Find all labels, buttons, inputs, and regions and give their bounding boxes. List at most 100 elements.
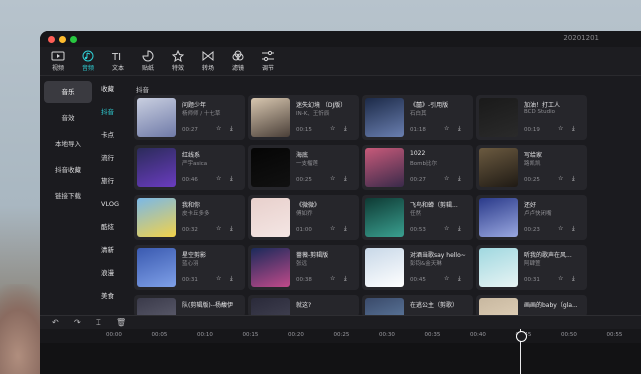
sidebar-item-music[interactable]: 音乐 xyxy=(44,81,92,103)
favorite-icon[interactable]: ☆ xyxy=(444,225,449,232)
category-item[interactable]: 抖音 xyxy=(98,106,128,129)
sidebar-item-douyin-favorites[interactable]: 抖音收藏 xyxy=(44,159,92,181)
music-card[interactable]: 在逃公主（剪歌） xyxy=(362,295,473,337)
music-card[interactable]: 加油！打工人 BCD Studio 00:19 ☆ ⤓ xyxy=(476,95,587,140)
download-icon[interactable]: ⤓ xyxy=(458,125,461,133)
music-card[interactable]: 1022 Bomb比尔 00:27 ☆ ⤓ xyxy=(362,145,473,190)
download-icon[interactable]: ⤓ xyxy=(230,125,233,133)
download-icon[interactable]: ⤓ xyxy=(458,225,461,233)
download-icon[interactable]: ⤓ xyxy=(344,125,347,133)
category-item[interactable]: VLOG xyxy=(98,198,128,221)
download-icon[interactable]: ⤓ xyxy=(230,225,233,233)
music-card[interactable]: 画画的baby（gla... xyxy=(476,295,587,337)
download-icon[interactable]: ⤓ xyxy=(572,225,575,233)
favorite-icon[interactable]: ☆ xyxy=(330,225,335,232)
music-card[interactable]: 蔷薇-剪辑版 张远 00:38 ☆ ⤓ xyxy=(248,245,359,290)
category-item[interactable]: 美食 xyxy=(98,290,128,313)
music-card[interactable]: 队(剪辑版)--杨馥伊 xyxy=(134,295,245,337)
favorite-icon[interactable]: ☆ xyxy=(558,175,563,182)
favorite-icon[interactable]: ☆ xyxy=(216,175,221,182)
favorite-icon[interactable]: ☆ xyxy=(444,275,449,282)
timeline-ruler[interactable]: 00:00 00:05 00:10 00:15 00:20 00:25 00:30 00:35… xyxy=(40,329,641,343)
music-card[interactable]: 对酒当歌say hello~ 彭钧&金天琳 00:45 ☆ ⤓ xyxy=(362,245,473,290)
tool-adjust[interactable]: 调节 xyxy=(256,50,280,72)
tool-effect[interactable]: 特效 xyxy=(166,50,190,72)
maximize-window-button[interactable] xyxy=(70,36,77,43)
music-card[interactable]: 迷失幻境 （DJ版） IN-K、王忻辰 00:15 ☆ ⤓ xyxy=(248,95,359,140)
album-cover[interactable] xyxy=(365,148,404,187)
tool-text[interactable]: TI 文本 xyxy=(106,50,130,72)
download-icon[interactable]: ⤓ xyxy=(458,175,461,183)
music-card[interactable]: 飞鸟和蝉（剪辑... 任然 00:53 ☆ ⤓ xyxy=(362,195,473,240)
sidebar-item-sound-effects[interactable]: 音效 xyxy=(44,107,92,129)
album-cover[interactable] xyxy=(365,98,404,137)
download-icon[interactable]: ⤓ xyxy=(344,275,347,283)
category-item[interactable]: 卡点 xyxy=(98,129,128,152)
favorite-icon[interactable]: ☆ xyxy=(558,125,563,132)
tool-video[interactable]: 视频 xyxy=(46,50,70,72)
timeline-track[interactable] xyxy=(40,343,641,374)
favorite-icon[interactable]: ☆ xyxy=(330,175,335,182)
category-item[interactable]: 收藏 xyxy=(98,83,128,106)
category-item[interactable]: 流行 xyxy=(98,152,128,175)
favorite-icon[interactable]: ☆ xyxy=(444,175,449,182)
music-card[interactable]: 星空剪影 蓝心羽 00:31 ☆ ⤓ xyxy=(134,245,245,290)
download-icon[interactable]: ⤓ xyxy=(572,175,575,183)
album-cover[interactable] xyxy=(137,248,176,287)
album-cover[interactable] xyxy=(251,198,290,237)
album-cover[interactable] xyxy=(251,98,290,137)
music-card[interactable]: 写给家 路凯凯 00:25 ☆ ⤓ xyxy=(476,145,587,190)
download-icon[interactable]: ⤓ xyxy=(344,175,347,183)
split-icon[interactable]: ⌶ xyxy=(96,318,101,328)
album-cover[interactable] xyxy=(251,148,290,187)
tool-transition[interactable]: 转场 xyxy=(196,50,220,72)
music-card[interactable]: 海底 一支榴莲 00:25 ☆ ⤓ xyxy=(248,145,359,190)
music-card[interactable]: 《微微》 傅如乔 01:00 ☆ ⤓ xyxy=(248,195,359,240)
category-item[interactable]: 浪漫 xyxy=(98,267,128,290)
album-cover[interactable] xyxy=(137,98,176,137)
download-icon[interactable]: ⤓ xyxy=(458,275,461,283)
delete-icon[interactable]: 🗑 xyxy=(116,318,126,327)
favorite-icon[interactable]: ☆ xyxy=(558,275,563,282)
tool-sticker[interactable]: 贴纸 xyxy=(136,50,160,72)
undo-icon[interactable]: ↶ xyxy=(52,318,59,327)
album-cover[interactable] xyxy=(479,198,518,237)
category-item[interactable]: 旅行 xyxy=(98,175,128,198)
playhead-handle[interactable] xyxy=(516,331,527,342)
album-cover[interactable] xyxy=(251,248,290,287)
tool-filter[interactable]: 滤镜 xyxy=(226,50,250,72)
download-icon[interactable]: ⤓ xyxy=(572,275,575,283)
favorite-icon[interactable]: ☆ xyxy=(444,125,449,132)
music-card[interactable]: 还好 卢卢快闭嘴 00:23 ☆ ⤓ xyxy=(476,195,587,240)
download-icon[interactable]: ⤓ xyxy=(230,175,233,183)
favorite-icon[interactable]: ☆ xyxy=(216,225,221,232)
download-icon[interactable]: ⤓ xyxy=(230,275,233,283)
music-card[interactable]: 就这? xyxy=(248,295,359,337)
album-cover[interactable] xyxy=(479,148,518,187)
music-card[interactable]: 红线系 严宇asica 00:46 ☆ ⤓ xyxy=(134,145,245,190)
music-card[interactable]: 听我的歌声在风... 阿肆萱 00:31 ☆ ⤓ xyxy=(476,245,587,290)
album-cover[interactable] xyxy=(479,98,518,137)
favorite-icon[interactable]: ☆ xyxy=(330,125,335,132)
favorite-icon[interactable]: ☆ xyxy=(330,275,335,282)
category-item[interactable]: 酷炫 xyxy=(98,221,128,244)
tool-audio[interactable]: 音频 xyxy=(76,50,100,72)
download-icon[interactable]: ⤓ xyxy=(572,125,575,133)
close-window-button[interactable] xyxy=(48,36,55,43)
favorite-icon[interactable]: ☆ xyxy=(558,225,563,232)
favorite-icon[interactable]: ☆ xyxy=(216,275,221,282)
download-icon[interactable]: ⤓ xyxy=(344,225,347,233)
album-cover[interactable] xyxy=(365,248,404,287)
redo-icon[interactable]: ↷ xyxy=(74,318,81,327)
album-cover[interactable] xyxy=(479,248,518,287)
sidebar-item-link-download[interactable]: 链接下载 xyxy=(44,185,92,207)
music-card[interactable]: 我和你 皮卡丘多多 00:32 ☆ ⤓ xyxy=(134,195,245,240)
category-item[interactable]: 清新 xyxy=(98,244,128,267)
album-cover[interactable] xyxy=(365,198,404,237)
favorite-icon[interactable]: ☆ xyxy=(216,125,221,132)
album-cover[interactable] xyxy=(137,198,176,237)
music-card[interactable]: 问题少年 杨师师 / 十七草 00:27 ☆ ⤓ xyxy=(134,95,245,140)
sidebar-item-local-import[interactable]: 本地导入 xyxy=(44,133,92,155)
album-cover[interactable] xyxy=(137,148,176,187)
minimize-window-button[interactable] xyxy=(59,36,66,43)
